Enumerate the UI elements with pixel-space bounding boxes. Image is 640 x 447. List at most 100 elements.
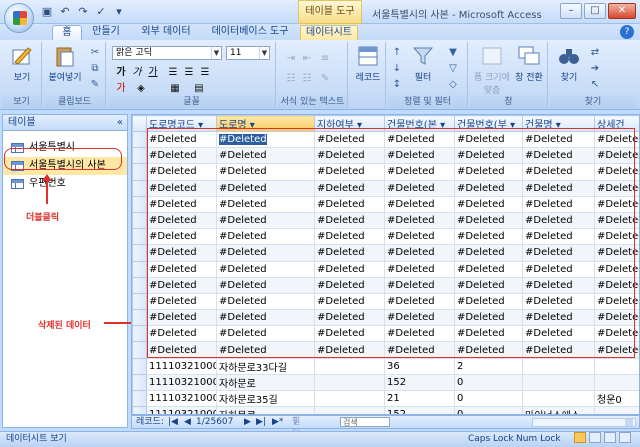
design-view-button[interactable] xyxy=(619,432,631,443)
table-cell[interactable]: #Deleted xyxy=(384,244,455,262)
table-cell[interactable]: #Deleted xyxy=(454,341,523,359)
row-selector[interactable] xyxy=(132,406,147,414)
bullets-icon[interactable]: ☷ xyxy=(284,72,298,86)
table-cell[interactable]: #Deleted xyxy=(216,163,315,181)
table-cell[interactable]: #Deleted xyxy=(314,244,385,262)
table-row[interactable]: #Deleted #Deleted #Deleted #Deleted #Deleted… xyxy=(132,163,639,181)
column-header[interactable]: 건물번호(부 ▾ xyxy=(454,115,523,132)
font-color-icon[interactable]: 가 xyxy=(114,82,128,96)
collapse-pane-icon[interactable]: « xyxy=(117,115,123,130)
table-cell[interactable]: #Deleted xyxy=(146,260,217,278)
row-selector[interactable] xyxy=(132,130,147,149)
tab-datasheet[interactable]: 데이터시트 xyxy=(300,25,358,40)
last-record-icon[interactable]: ▶| xyxy=(256,416,266,428)
table-cell[interactable]: 111103210002 xyxy=(146,373,217,392)
clear-sort-icon[interactable]: ↕ xyxy=(390,78,404,92)
table-cell[interactable]: #Deleted xyxy=(216,292,315,311)
replace-icon[interactable]: ⇄ xyxy=(588,46,602,60)
column-header[interactable]: 건물명 ▾ xyxy=(522,115,595,132)
tab-external-data[interactable]: 외부 데이터 xyxy=(134,25,198,40)
row-selector[interactable] xyxy=(132,244,147,262)
table-cell[interactable]: #Deleted xyxy=(522,309,595,327)
row-selector[interactable] xyxy=(132,260,147,278)
table-cell[interactable]: #Deleted xyxy=(314,309,385,327)
table-cell[interactable]: #Deleted xyxy=(146,341,217,359)
table-cell[interactable]: 자하문로 xyxy=(216,406,315,414)
table-row[interactable]: #Deleted #Deleted #Deleted #Deleted #Deleted… xyxy=(132,276,639,294)
table-cell[interactable]: #Deleted xyxy=(384,211,455,230)
row-selector[interactable] xyxy=(132,228,147,246)
row-selector[interactable] xyxy=(132,357,147,375)
table-cell[interactable]: 청운0 xyxy=(594,389,639,408)
select-icon[interactable]: ↖ xyxy=(588,78,602,92)
table-cell[interactable]: #Deleted xyxy=(594,325,639,343)
table-cell[interactable]: #Deleted xyxy=(216,244,315,262)
table-cell[interactable]: #Deleted xyxy=(594,292,639,311)
table-row[interactable]: #Deleted #Deleted #Deleted #Deleted #Deleted… xyxy=(132,147,639,165)
table-cell[interactable]: #Deleted xyxy=(314,292,385,311)
table-cell[interactable]: #Deleted xyxy=(146,228,217,246)
table-cell[interactable]: #Deleted xyxy=(146,195,217,213)
copy-icon[interactable]: ⧉ xyxy=(88,62,102,76)
table-row[interactable]: #Deleted #Deleted #Deleted #Deleted #Deleted… xyxy=(132,195,639,213)
table-cell[interactable]: 마이너스에스 xyxy=(522,406,595,414)
table-cell[interactable]: 0 xyxy=(454,406,523,414)
table-cell[interactable] xyxy=(594,406,639,414)
outdent-icon[interactable]: ⇤ xyxy=(300,52,314,66)
table-cell[interactable]: #Deleted xyxy=(522,260,595,278)
nav-pane-header[interactable]: 테이블 « xyxy=(3,115,127,131)
table-cell[interactable]: #Deleted xyxy=(454,228,523,246)
table-cell[interactable]: #Deleted xyxy=(216,260,315,278)
paste-button[interactable]: 붙여넣기 xyxy=(48,44,82,92)
table-cell[interactable] xyxy=(314,357,385,375)
undo-icon[interactable]: ↶ xyxy=(58,5,72,19)
table-cell[interactable]: #Deleted xyxy=(594,163,639,181)
table-cell[interactable]: #Deleted xyxy=(454,325,523,343)
align-icon[interactable]: ≡ xyxy=(318,52,332,66)
table-cell[interactable]: 152 xyxy=(384,373,455,392)
search-input[interactable]: 검색 xyxy=(340,417,390,427)
records-button[interactable]: 레코드 xyxy=(353,44,383,92)
table-cell[interactable]: #Deleted xyxy=(146,292,217,311)
save-icon[interactable]: ▣ xyxy=(40,5,54,19)
record-position[interactable]: 1/25607 xyxy=(196,416,233,428)
table-cell[interactable]: #Deleted xyxy=(594,309,639,327)
alternate-fill-icon[interactable]: ▤ xyxy=(192,82,206,96)
column-header[interactable]: 건물번호(본 ▾ xyxy=(384,115,455,132)
table-row[interactable]: #Deleted #Deleted #Deleted #Deleted #Deleted… xyxy=(132,341,639,359)
close-button[interactable]: ✕ xyxy=(608,3,636,19)
advanced-filter-icon[interactable]: ▽ xyxy=(446,62,460,76)
column-header[interactable]: 상세건 xyxy=(594,115,639,132)
table-cell[interactable]: 111103210002 xyxy=(146,389,217,408)
next-record-icon[interactable]: ▶ xyxy=(244,416,251,428)
table-cell[interactable]: #Deleted xyxy=(384,163,455,181)
table-cell[interactable]: #Deleted xyxy=(314,130,385,149)
table-cell[interactable]: #Deleted xyxy=(594,228,639,246)
goto-icon[interactable]: ➔ xyxy=(588,62,602,76)
font-name-select[interactable]: 맑은 고딕 ▼ xyxy=(112,46,222,60)
filter-button[interactable]: 필터 xyxy=(408,44,438,92)
table-cell[interactable]: 152 xyxy=(384,406,455,414)
first-record-icon[interactable]: |◀ xyxy=(168,416,178,428)
table-cell[interactable]: #Deleted xyxy=(146,211,217,230)
table-cell[interactable]: #Deleted xyxy=(522,325,595,343)
table-cell[interactable]: #Deleted xyxy=(594,276,639,294)
indent-icon[interactable]: ⇥ xyxy=(284,52,298,66)
table-row[interactable]: 111103210002자하문로 1520마이너스에스 xyxy=(132,406,639,414)
table-cell[interactable]: #Deleted xyxy=(522,244,595,262)
row-selector[interactable] xyxy=(132,373,147,392)
numbering-icon[interactable]: ☷ xyxy=(300,72,314,86)
table-cell[interactable]: #Deleted xyxy=(522,147,595,165)
table-cell[interactable]: 0 xyxy=(454,389,523,408)
table-cell[interactable] xyxy=(314,406,385,414)
table-cell[interactable]: #Deleted xyxy=(146,276,217,294)
table-cell[interactable]: #Deleted xyxy=(146,147,217,165)
table-cell[interactable]: #Deleted xyxy=(454,276,523,294)
table-cell[interactable]: #Deleted xyxy=(146,179,217,197)
table-cell[interactable]: #Deleted xyxy=(594,147,639,165)
table-row[interactable]: #Deleted #Deleted #Deleted #Deleted #Deleted… xyxy=(132,179,639,197)
table-cell[interactable]: #Deleted xyxy=(216,228,315,246)
table-cell[interactable] xyxy=(594,357,639,375)
row-selector[interactable] xyxy=(132,276,147,294)
table-cell[interactable]: #Deleted xyxy=(216,276,315,294)
